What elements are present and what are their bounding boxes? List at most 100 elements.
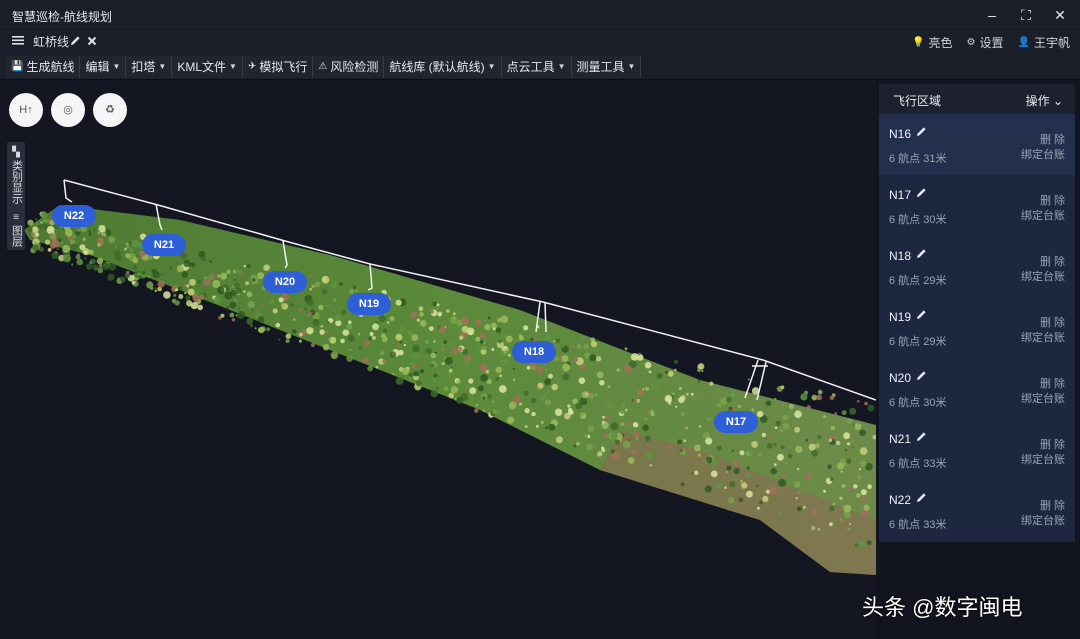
- close-route-icon[interactable]: [87, 34, 99, 50]
- bind-ledger-button[interactable]: 绑定台账: [1021, 329, 1065, 345]
- heading-up-button[interactable]: H↑: [9, 93, 43, 127]
- edit-pencil-icon[interactable]: [916, 187, 927, 201]
- docbar-op-1[interactable]: ⚙ 设置: [967, 34, 1004, 50]
- edit-route-name-icon[interactable]: [70, 34, 82, 50]
- docbar-op-label: 设置: [979, 35, 1004, 50]
- operations-dropdown[interactable]: 操作 ⌄: [1026, 92, 1063, 109]
- caret-down-icon: ▼: [158, 62, 167, 71]
- toolbar-label: KML文件: [177, 60, 227, 74]
- side-tab-1[interactable]: ≡ 图层: [7, 207, 25, 250]
- tower-label-n17[interactable]: N17: [714, 411, 758, 433]
- area-name: N17: [889, 188, 912, 202]
- area-name: N18: [889, 249, 912, 263]
- flight-area-item[interactable]: N17 6 航点 30米 删 除绑定台账: [879, 175, 1075, 236]
- area-name: N22: [889, 493, 912, 507]
- toolbar-button-8[interactable]: 测量工具 ▼: [571, 56, 642, 78]
- area-info: 6 航点 29米: [889, 336, 947, 348]
- delete-button[interactable]: 删 除: [1040, 192, 1065, 208]
- toolbar-buttons: 💾 生成航线 编辑 ▼ 扣塔 ▼ KML文件 ▼ ✈ 模拟飞行 ⚠ 风险检测 航线库 (默认航线) ▼ 点云…: [6, 56, 642, 78]
- edit-pencil-icon[interactable]: [916, 126, 927, 140]
- delete-button[interactable]: 删 除: [1040, 131, 1065, 147]
- point-cloud-viewport[interactable]: H↑ ◎ ♻ ▚ 类别显示 ≡ 图层 N22 N21 N20 N19 N18 N17: [0, 80, 876, 639]
- edit-pencil-icon[interactable]: [916, 309, 927, 323]
- reset-view-button[interactable]: ♻: [93, 93, 127, 127]
- orbit-button[interactable]: ◎: [51, 93, 85, 127]
- hamburger-menu-icon[interactable]: [12, 34, 26, 50]
- maximize-button[interactable]: ⛶: [1014, 4, 1038, 26]
- panel-header: 飞行区域 操作 ⌄: [879, 84, 1075, 114]
- caret-down-icon: ▼: [229, 62, 237, 71]
- toolbar-button-6[interactable]: 航线库 (默认航线) ▼: [384, 56, 502, 78]
- bind-ledger-button[interactable]: 绑定台账: [1021, 207, 1065, 223]
- edit-pencil-icon[interactable]: [916, 431, 927, 445]
- caret-down-icon: ▼: [557, 62, 566, 71]
- toolbar-button-3[interactable]: KML文件 ▼: [172, 56, 243, 78]
- delete-button[interactable]: 删 除: [1040, 497, 1065, 513]
- bulb-icon: 💡: [912, 36, 925, 48]
- edit-pencil-icon[interactable]: [916, 370, 927, 384]
- plane-icon: ✈: [247, 61, 257, 72]
- side-tabs: ▚ 类别显示 ≡ 图层: [7, 142, 25, 250]
- toolbar-button-4[interactable]: ✈ 模拟飞行: [242, 56, 314, 78]
- toolbar-label: 航线库 (默认航线): [389, 60, 485, 74]
- delete-button[interactable]: 删 除: [1040, 436, 1065, 452]
- edit-pencil-icon[interactable]: [916, 492, 927, 506]
- flight-area-item[interactable]: N16 6 航点 31米 删 除绑定台账: [879, 114, 1075, 175]
- area-info: 6 航点 31米: [889, 153, 947, 165]
- flight-area-item[interactable]: N18 6 航点 29米 删 除绑定台账: [879, 236, 1075, 297]
- chevron-down-icon: ⌄: [1052, 94, 1063, 108]
- edit-pencil-icon[interactable]: [916, 248, 927, 262]
- toolbar-button-2[interactable]: 扣塔 ▼: [126, 56, 173, 78]
- delete-button[interactable]: 删 除: [1040, 253, 1065, 269]
- area-info: 6 航点 30米: [889, 214, 947, 226]
- toolbar-button-0[interactable]: 💾 生成航线: [6, 56, 81, 78]
- layers-icon: ≡: [13, 212, 19, 223]
- bind-ledger-button[interactable]: 绑定台账: [1021, 512, 1065, 528]
- area-info: 6 航点 30米: [889, 397, 947, 409]
- delete-button[interactable]: 删 除: [1040, 314, 1065, 330]
- save-icon: 💾: [11, 61, 24, 72]
- bind-ledger-button[interactable]: 绑定台账: [1021, 268, 1065, 284]
- tower-label-n22[interactable]: N22: [52, 205, 96, 227]
- docbar-op-2[interactable]: 👤 王宇帆: [1018, 34, 1070, 50]
- flight-area-item[interactable]: N19 6 航点 29米 删 除绑定台账: [879, 297, 1075, 358]
- bind-ledger-button[interactable]: 绑定台账: [1021, 146, 1065, 162]
- area-info: 6 航点 29米: [889, 275, 947, 287]
- flight-area-item[interactable]: N21 6 航点 33米 删 除绑定台账: [879, 419, 1075, 480]
- tower-label-n21[interactable]: N21: [142, 234, 186, 256]
- toolbar-label: 点云工具: [506, 60, 555, 74]
- user-icon: 👤: [1017, 36, 1030, 48]
- tower-label-n19[interactable]: N19: [347, 293, 391, 315]
- toolbar-button-7[interactable]: 点云工具 ▼: [501, 56, 572, 78]
- delete-button[interactable]: 删 除: [1040, 375, 1065, 391]
- flight-area-item[interactable]: N22 6 航点 33米 删 除绑定台账: [879, 480, 1075, 541]
- app-title: 智慧巡检-航线规划: [12, 10, 112, 24]
- tower-structure-n22: [63, 179, 73, 203]
- area-info: 6 航点 33米: [889, 519, 947, 531]
- side-tab-label: 类别显示: [10, 160, 23, 204]
- tower-label-n18[interactable]: N18: [512, 341, 556, 363]
- flight-area-panel: 飞行区域 操作 ⌄ N16 6 航点 31米删 除绑定台账 N17 6 航点 30米删…: [879, 84, 1075, 542]
- area-name: N19: [889, 310, 912, 324]
- toolbar-label: 模拟飞行: [259, 60, 308, 74]
- side-tab-0[interactable]: ▚ 类别显示: [7, 142, 25, 207]
- docbar-op-0[interactable]: 💡 亮色: [912, 34, 952, 50]
- operations-label: 操作: [1025, 94, 1050, 108]
- toolbar-label: 编辑: [85, 60, 110, 74]
- flight-area-item[interactable]: N20 6 航点 30米 删 除绑定台账: [879, 358, 1075, 419]
- area-name: N16: [889, 127, 912, 141]
- area-name: N20: [889, 371, 912, 385]
- bind-ledger-button[interactable]: 绑定台账: [1021, 390, 1065, 406]
- tower-label-n20[interactable]: N20: [263, 271, 307, 293]
- toolbar-button-1[interactable]: 编辑 ▼: [80, 56, 127, 78]
- caret-down-icon: ▼: [627, 62, 636, 71]
- panel-title: 飞行区域: [893, 94, 942, 108]
- bind-ledger-button[interactable]: 绑定台账: [1021, 451, 1065, 467]
- close-window-button[interactable]: ✕: [1048, 4, 1072, 26]
- route-name: 虹桥线: [33, 35, 70, 49]
- toolbar-button-5[interactable]: ⚠ 风险检测: [313, 56, 385, 78]
- watermark: 头条 @数字闽电: [862, 595, 1023, 620]
- area-info: 6 航点 33米: [889, 458, 947, 470]
- minimize-button[interactable]: –: [980, 4, 1004, 26]
- category-icon: ▚: [12, 147, 20, 158]
